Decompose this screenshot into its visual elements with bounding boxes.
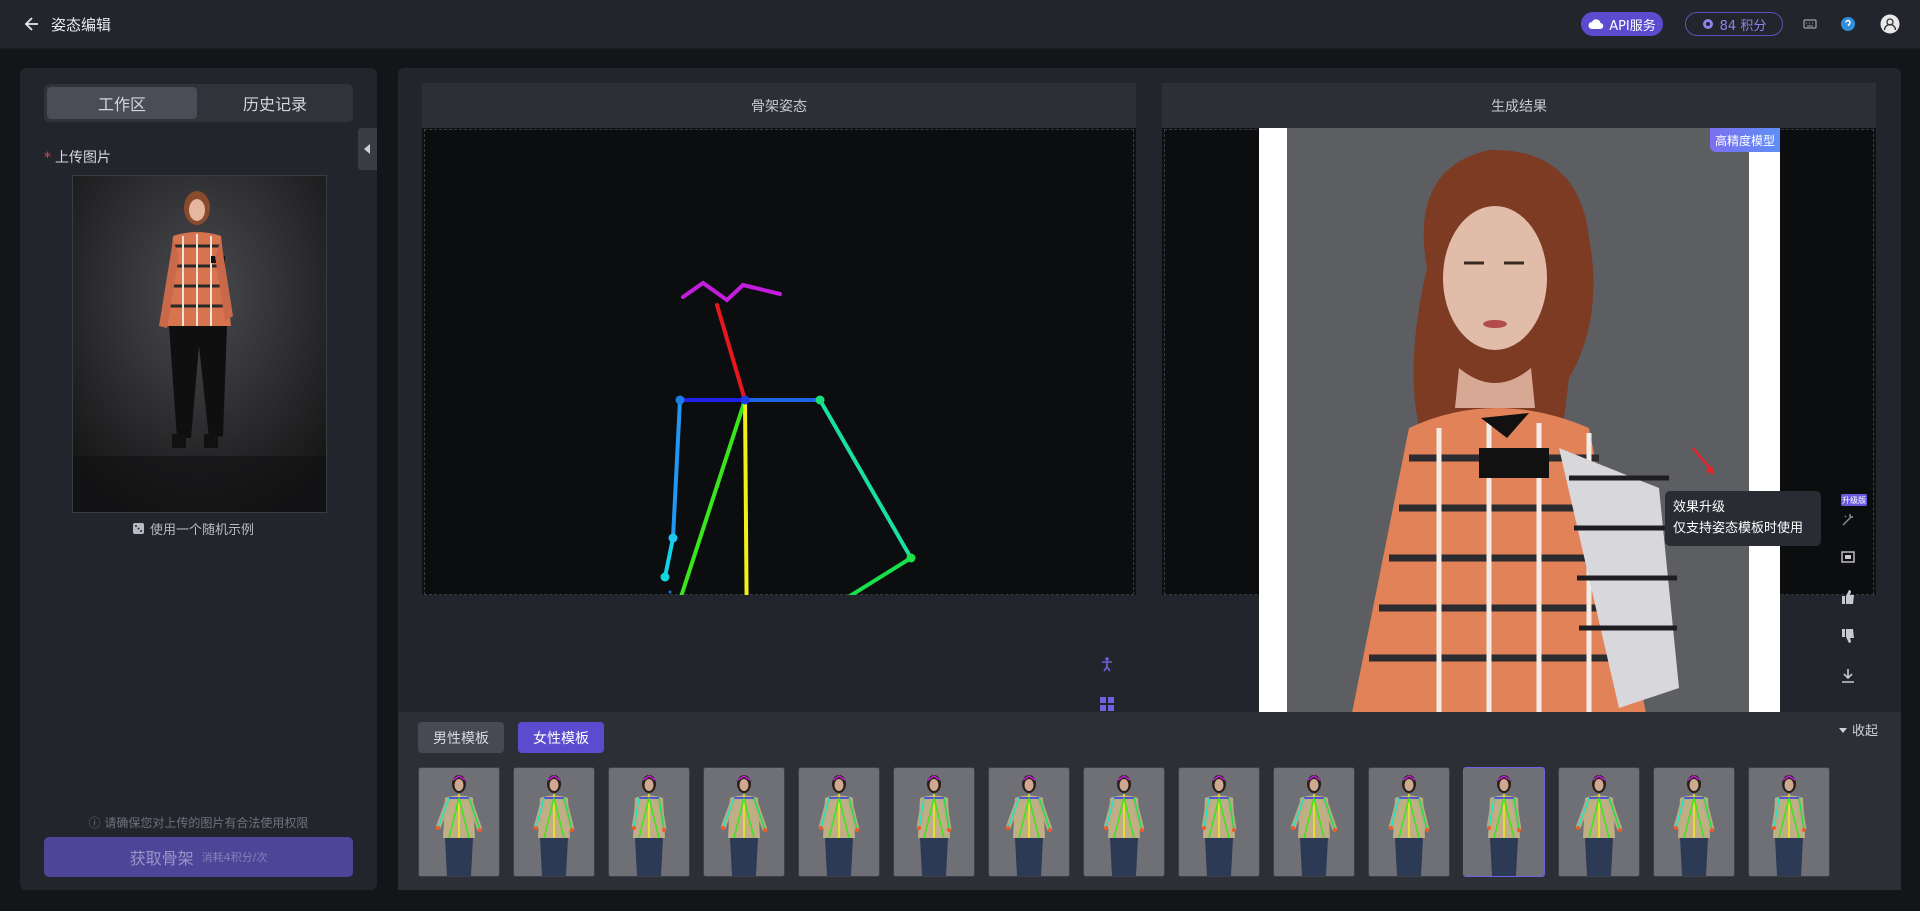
thumb-down-icon: [1842, 629, 1854, 643]
points-balance[interactable]: 84 积分: [1685, 12, 1783, 36]
template-preview: [894, 768, 974, 876]
template-thumbnail[interactable]: [988, 767, 1070, 877]
left-panel: 工作区 历史记录 * 上传图片 使用一个随机示例 ⓘ 请确保您对上传的图片有合法使…: [20, 68, 377, 890]
hd-model-badge: 高精度模型: [1710, 128, 1780, 152]
api-service-button[interactable]: API服务: [1581, 12, 1663, 36]
red-arrow-icon: [1692, 447, 1714, 475]
cloud-icon: [1588, 19, 1604, 30]
collapse-label: 收起: [1852, 724, 1879, 739]
grid-view-icon[interactable]: [1099, 696, 1115, 712]
upload-label: * 上传图片: [44, 147, 111, 167]
get-skeleton-label: 获取骨架: [129, 849, 194, 868]
template-thumbnail[interactable]: [893, 767, 975, 877]
required-marker: *: [44, 150, 51, 166]
template-thumbnail[interactable]: [1463, 767, 1545, 877]
template-thumbnail[interactable]: [513, 767, 595, 877]
skeleton-pane-title: 骨架姿态: [422, 83, 1136, 128]
enhance-button[interactable]: [1832, 504, 1864, 536]
template-preview: [1084, 768, 1164, 876]
template-thumbnail[interactable]: [608, 767, 690, 877]
dice-icon: [133, 523, 144, 534]
uploaded-image[interactable]: [72, 175, 327, 513]
uploaded-photo: [73, 176, 326, 512]
keyboard-icon[interactable]: [1802, 16, 1818, 32]
compare-icon: [1841, 551, 1855, 563]
template-preview: [419, 768, 499, 876]
help-icon[interactable]: [1840, 16, 1856, 32]
coin-icon: [1702, 19, 1713, 29]
template-preview: [1369, 768, 1449, 876]
result-pane-title: 生成结果: [1162, 83, 1876, 128]
generated-photo: [1259, 128, 1780, 728]
template-thumbnail[interactable]: [798, 767, 880, 877]
template-thumbnail[interactable]: [418, 767, 500, 877]
top-bar: 姿态编辑 API服务 84 积分: [0, 0, 1920, 49]
upload-label-text: 上传图片: [55, 150, 111, 166]
collapse-templates-button[interactable]: 收起: [1838, 720, 1878, 739]
template-thumbnail[interactable]: [1653, 767, 1735, 877]
template-preview: [1559, 768, 1639, 876]
template-preview: [799, 768, 879, 876]
download-icon: [1842, 669, 1854, 683]
get-skeleton-button[interactable]: 获取骨架 消耗4积分/次: [44, 837, 353, 877]
template-thumbnail[interactable]: [703, 767, 785, 877]
like-button[interactable]: [1832, 581, 1864, 613]
template-thumbnail[interactable]: [1748, 767, 1830, 877]
api-service-label: API服务: [1609, 18, 1656, 34]
random-example-label: 使用一个随机示例: [150, 523, 255, 538]
random-example-link[interactable]: 使用一个随机示例: [132, 519, 254, 538]
user-icon[interactable]: [1880, 14, 1900, 34]
compare-button[interactable]: [1832, 541, 1864, 573]
template-thumbnail[interactable]: [1083, 767, 1165, 877]
legal-notice: ⓘ 请确保您对上传的图片有合法使用权限: [88, 816, 309, 830]
panel-tabs: 工作区 历史记录: [44, 84, 353, 122]
pose-skeleton[interactable]: [425, 130, 1135, 595]
skeleton-canvas[interactable]: [424, 129, 1134, 595]
template-preview: [1179, 768, 1259, 876]
caret-left-icon: [364, 144, 370, 154]
template-thumbnail[interactable]: [1178, 767, 1260, 877]
download-button[interactable]: [1832, 660, 1864, 692]
magic-wand-icon: [1842, 514, 1853, 526]
skeleton-pane: 骨架姿态: [422, 83, 1136, 595]
caret-down-icon: [1839, 727, 1847, 733]
collapse-left-panel-button[interactable]: [358, 128, 377, 170]
points-label: 84 积分: [1719, 18, 1767, 34]
template-preview: [1654, 768, 1734, 876]
template-preview: [514, 768, 594, 876]
template-thumbnail[interactable]: [1558, 767, 1640, 877]
tab-history[interactable]: 历史记录: [200, 87, 350, 119]
upgrade-tooltip: 效果升级 仅支持姿态模板时使用: [1665, 491, 1821, 546]
thumb-up-icon: [1842, 590, 1854, 604]
template-preview: [609, 768, 689, 876]
template-thumbnail[interactable]: [1368, 767, 1450, 877]
template-preview: [989, 768, 1069, 876]
male-template-button[interactable]: 男性模板: [418, 722, 504, 753]
generated-result-image[interactable]: [1259, 128, 1780, 728]
arrow-left-icon[interactable]: [22, 14, 42, 34]
get-skeleton-cost: 消耗4积分/次: [201, 851, 268, 864]
template-preview: [1274, 768, 1354, 876]
tooltip-line1: 效果升级: [1673, 500, 1726, 515]
template-preview: [704, 768, 784, 876]
template-bar: 男性模板 女性模板 收起: [398, 712, 1901, 890]
dislike-button[interactable]: [1832, 620, 1864, 652]
template-preview: [1464, 768, 1544, 876]
pose-figure-icon[interactable]: [1099, 656, 1115, 672]
page-title: 姿态编辑: [51, 16, 112, 34]
template-preview: [1749, 768, 1829, 876]
female-template-button[interactable]: 女性模板: [518, 722, 604, 753]
template-thumbnail[interactable]: [1273, 767, 1355, 877]
tab-workspace[interactable]: 工作区: [47, 87, 197, 119]
tooltip-line2: 仅支持姿态模板时使用: [1673, 521, 1804, 536]
